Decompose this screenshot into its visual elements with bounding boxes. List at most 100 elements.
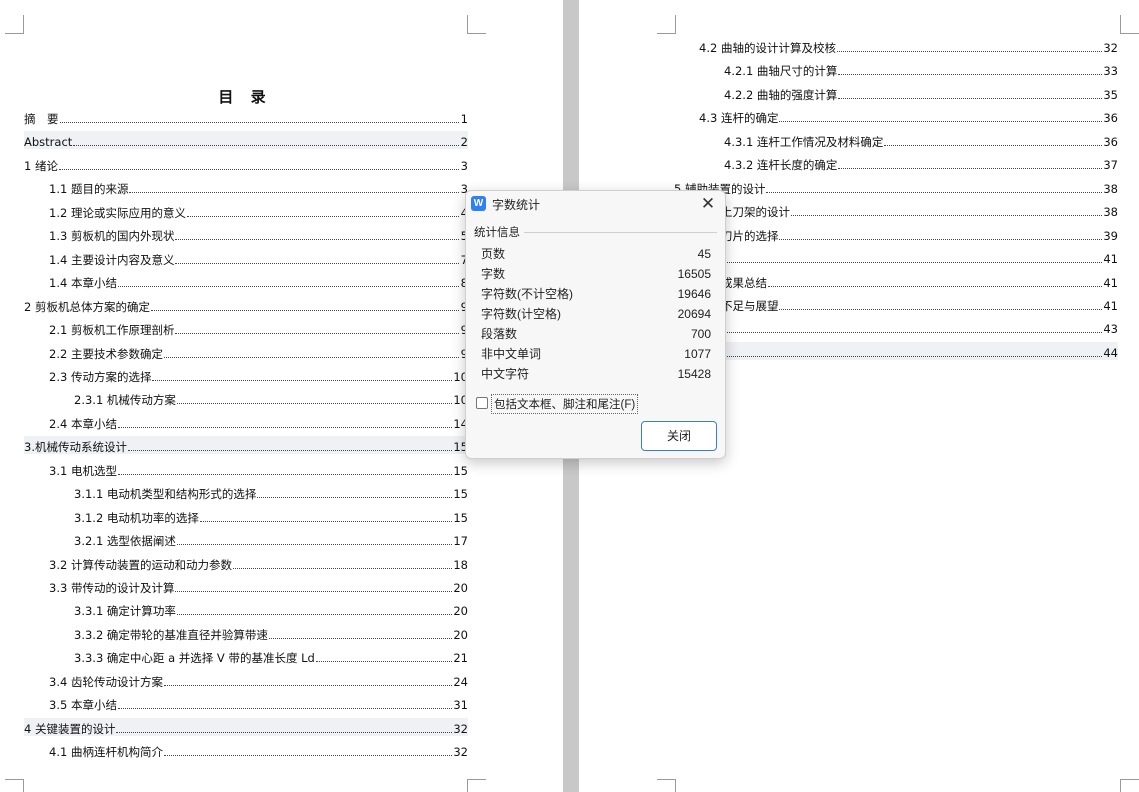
toc-entry[interactable]: 2.4 本章小结 14 bbox=[49, 413, 468, 431]
toc-leader-dots bbox=[175, 332, 459, 335]
stat-value: 15428 bbox=[677, 367, 711, 381]
toc-entry[interactable]: 4.2.2 曲轴的强度计算 35 bbox=[724, 84, 1118, 102]
toc-leader-dots bbox=[779, 238, 1103, 240]
close-button[interactable]: 关闭 bbox=[641, 421, 717, 451]
toc-entry[interactable]: 6.1 成果总结 41 bbox=[699, 272, 1118, 290]
word-count-dialog: W 字数统计 ✕ 统计信息 页数 45 字数 16505 字符数(不计空格) 19646 字… bbox=[465, 190, 726, 459]
toc-entry[interactable]: 4.3 连杆的确定 36 bbox=[699, 107, 1118, 125]
stat-value: 700 bbox=[690, 327, 711, 341]
toc-entry-title: 3.4 齿轮传动设计方案 bbox=[49, 674, 163, 689]
toc-entry[interactable]: 4 关键装置的设计 32 bbox=[24, 717, 468, 736]
toc-entry[interactable]: 4.3.1 连杆工作情况及材料确定 36 bbox=[724, 131, 1118, 149]
stat-value: 1077 bbox=[684, 347, 711, 361]
toc-leader-dots bbox=[268, 637, 453, 639]
toc-entry[interactable]: 1.3 剪板机的国内外现状5 bbox=[49, 225, 468, 243]
toc-entry[interactable]: 致谢44 bbox=[674, 341, 1118, 360]
toc-entry[interactable]: 3.1 电机选型 15 bbox=[49, 460, 468, 478]
toc-leader-dots bbox=[163, 356, 459, 358]
dialog-header[interactable]: W 字数统计 ✕ bbox=[466, 191, 725, 217]
toc-entry-title: 3.3.1 确定计算功率 bbox=[74, 604, 176, 619]
stat-row: 字数 16505 bbox=[481, 264, 711, 284]
toc-entry-title: 3.5 本章小结 bbox=[49, 698, 117, 713]
toc-entry-title: 2.3.1 机械传动方案 bbox=[74, 393, 176, 408]
toc-leader-dots bbox=[152, 379, 453, 381]
close-icon[interactable]: ✕ bbox=[697, 193, 719, 215]
include-textbox-checkbox[interactable] bbox=[476, 397, 488, 409]
toc-entry-title: 1.2 理论或实际应用的意义 bbox=[49, 205, 186, 220]
toc-entry[interactable]: 5.2 刀片的选择 39 bbox=[699, 225, 1118, 243]
toc-entry[interactable]: 4.2.1 曲轴尺寸的计算 33 bbox=[724, 60, 1118, 78]
toc-entry[interactable]: 摘 要 1 bbox=[24, 108, 468, 126]
toc-entry[interactable]: 5.1 上刀架的设计 38 bbox=[699, 201, 1118, 219]
toc-leader-dots bbox=[175, 262, 459, 264]
toc-entry[interactable]: 1.4 本章小结8 bbox=[49, 272, 468, 290]
toc-entry[interactable]: 3.2 计算传动装置的运动和动力参数 18 bbox=[49, 554, 468, 572]
toc-entry[interactable]: 3.5 本章小结 31 bbox=[49, 694, 468, 712]
toc-entry[interactable]: 4.3.2 连杆长度的确定 37 bbox=[724, 154, 1118, 172]
dialog-title: 字数统计 bbox=[492, 198, 541, 212]
toc-entry[interactable]: 3.4 齿轮传动设计方案 24 bbox=[49, 671, 468, 689]
include-textbox-label[interactable]: 包括文本框、脚注和尾注(F) bbox=[491, 394, 639, 414]
toc-entry-title: 4 关键装置的设计 bbox=[24, 721, 116, 736]
toc-leader-dots bbox=[838, 73, 1103, 76]
toc-page-number: 41 bbox=[1103, 252, 1118, 267]
toc-entry[interactable]: 3.3.2 确定带轮的基准直径并验算带速 20 bbox=[74, 624, 468, 642]
toc-page-number: 41 bbox=[1103, 298, 1118, 313]
toc-leader-dots bbox=[199, 520, 453, 522]
toc-entry[interactable]: 4.1 曲柄连杆机构简介 32 bbox=[49, 741, 468, 759]
toc-entry[interactable]: 3.2.1 选型依据阐述 17 bbox=[74, 530, 468, 548]
toc-entry[interactable]: 1.1 题目的来源 3 bbox=[49, 178, 468, 196]
toc-entry-title: 1.4 主要设计内容及意义 bbox=[49, 252, 175, 267]
toc-page-number: 33 bbox=[1103, 64, 1118, 79]
toc-entry-title: 1.3 剪板机的国内外现状 bbox=[49, 229, 175, 244]
toc-entry[interactable]: 2 剪板机总体方案的确定9 bbox=[24, 296, 468, 314]
toc-leader-dots bbox=[838, 97, 1103, 99]
toc-entry[interactable]: 2.2 主要技术参数确定9 bbox=[49, 343, 468, 361]
toc-page-number: 2 bbox=[460, 135, 468, 150]
toc-entry[interactable]: Abstract 2 bbox=[24, 131, 468, 150]
toc-entry-title: 1.4 本章小结 bbox=[49, 276, 117, 291]
toc-page-number: 20 bbox=[453, 604, 468, 619]
toc-entry[interactable]: 3.3 带传动的设计及计算 20 bbox=[49, 577, 468, 595]
toc-entry[interactable]: 2.3 传动方案的选择 10 bbox=[49, 366, 468, 384]
toc-entry-title: 4.3 连杆的确定 bbox=[699, 111, 779, 126]
toc-entry[interactable]: 3.机械传动系统设计 15 bbox=[24, 436, 468, 455]
toc-entry-title: 3.机械传动系统设计 bbox=[24, 440, 127, 455]
stat-label: 页数 bbox=[481, 247, 506, 261]
toc-entry[interactable]: 3.3.1 确定计算功率 20 bbox=[74, 600, 468, 618]
toc-entry[interactable]: 6 总结41 bbox=[674, 248, 1118, 266]
toc-entry[interactable]: 3.1.2 电动机功率的选择 15 bbox=[74, 507, 468, 525]
stat-row: 段落数 700 bbox=[481, 324, 711, 344]
toc-entry[interactable]: 2.1 剪板机工作原理剖析9 bbox=[49, 319, 468, 337]
toc-entry[interactable]: 1.2 理论或实际应用的意义4 bbox=[49, 202, 468, 220]
toc-leader-dots bbox=[150, 309, 459, 311]
stat-row: 中文字符 15428 bbox=[481, 364, 711, 384]
wps-writer-icon: W bbox=[471, 196, 486, 211]
toc-leader-dots bbox=[767, 285, 1103, 287]
toc-entry[interactable]: 参考文献43 bbox=[674, 318, 1118, 336]
toc-leader-dots bbox=[884, 144, 1103, 146]
toc-page-number: 31 bbox=[453, 698, 468, 713]
toc-leader-dots bbox=[175, 238, 459, 241]
toc-entry-title: 4.3.2 连杆长度的确定 bbox=[724, 158, 838, 173]
toc-title: 目 录 bbox=[218, 88, 272, 106]
section-label: 统计信息 bbox=[474, 227, 520, 239]
toc-entry[interactable]: 6.2 不足与展望 41 bbox=[699, 295, 1118, 313]
toc-entry[interactable]: 3.1.1 电动机类型和结构形式的选择 15 bbox=[74, 483, 468, 501]
stat-label: 中文字符 bbox=[481, 367, 530, 381]
toc-page-number: 18 bbox=[453, 557, 468, 572]
stat-label: 字符数(不计空格) bbox=[481, 287, 573, 301]
toc-entry[interactable]: 2.3.1 机械传动方案 10 bbox=[74, 389, 468, 407]
toc-entry[interactable]: 4.2 曲轴的设计计算及校核 32 bbox=[699, 37, 1118, 55]
toc-page-number: 3 bbox=[460, 158, 468, 173]
toc-entry[interactable]: 1.4 主要设计内容及意义7 bbox=[49, 249, 468, 267]
toc-entry[interactable]: 1 绪论 3 bbox=[24, 155, 468, 173]
toc-entry-title: 2.4 本章小结 bbox=[49, 416, 117, 431]
toc-entry[interactable]: 3.3.3 确定中心距 a 并选择 V 带的基准长度 Ld 21 bbox=[74, 647, 468, 665]
toc-page-number: 38 bbox=[1103, 205, 1118, 220]
toc-entry-title: 4.2.2 曲轴的强度计算 bbox=[724, 87, 838, 102]
toc-leader-dots bbox=[129, 191, 459, 194]
toc-leader-dots bbox=[721, 331, 1103, 334]
toc-entry[interactable]: 5 辅助装置的设计 38 bbox=[674, 178, 1118, 196]
toc-page-number: 39 bbox=[1103, 228, 1118, 243]
